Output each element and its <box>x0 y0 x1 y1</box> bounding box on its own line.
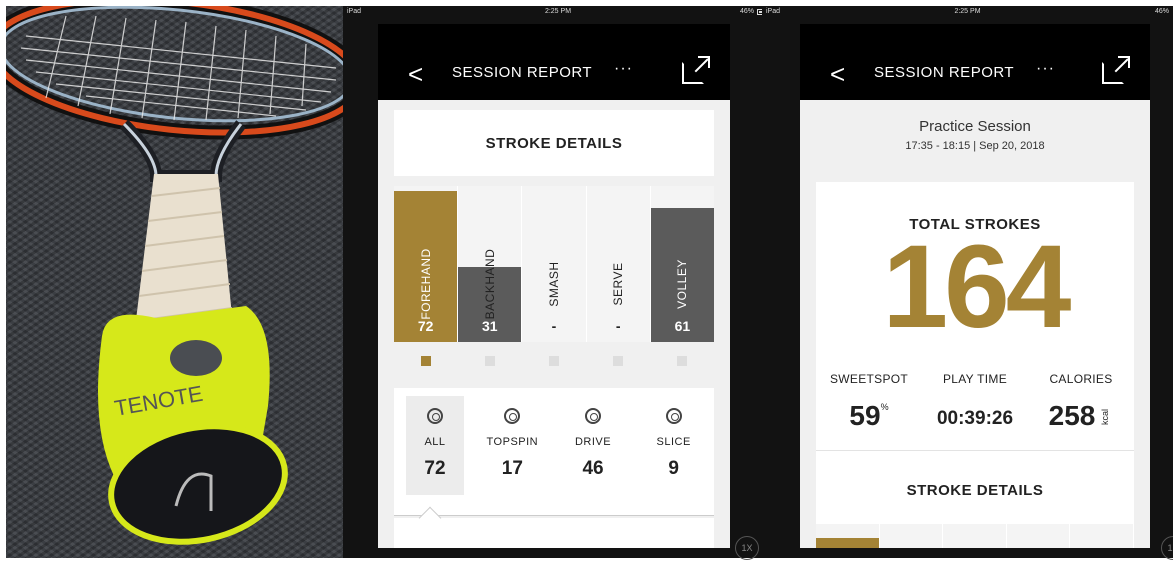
stroke-column-preview[interactable] <box>1007 524 1071 548</box>
stroke-label: SMASH <box>547 261 561 307</box>
spin-type-tabs: ALL 72 TOPSPIN 17 DRIVE 46 SLICE 9 <box>394 388 714 516</box>
nav-bar: < SESSION REPORT ··· <box>378 24 730 100</box>
back-button[interactable]: < <box>408 61 423 87</box>
metric-unit: % <box>880 402 889 412</box>
tab-drive[interactable]: DRIVE 46 <box>553 388 634 515</box>
more-button[interactable]: ··· <box>1036 60 1055 78</box>
stroke-value: 31 <box>482 318 498 334</box>
share-icon[interactable] <box>682 56 710 84</box>
stroke-label: VOLLEY <box>675 259 690 309</box>
divider <box>816 450 1134 451</box>
status-time: 2:25 PM <box>954 8 981 15</box>
battery-percent: 46% <box>1154 8 1169 15</box>
stroke-column-volley[interactable]: VOLLEY 61 <box>650 186 715 342</box>
metric-calories: CALORIES 258 kcal <box>1028 372 1134 432</box>
stroke-column-smash[interactable]: SMASH - <box>522 186 587 342</box>
total-strokes-value: 164 <box>882 221 1072 353</box>
tab-label: SLICE <box>656 436 691 448</box>
metric-value: 258 <box>1048 400 1096 431</box>
status-bar: iPad 2:25 PM 46% <box>343 6 773 20</box>
stroke-chart-preview <box>816 524 1134 548</box>
drive-icon <box>585 408 601 424</box>
share-icon[interactable] <box>1102 56 1130 84</box>
tab-value: 17 <box>501 458 523 479</box>
slice-icon <box>665 408 682 424</box>
status-time: 2:25 PM <box>544 8 572 15</box>
stroke-chart: FOREHAND 72 BACKHAND 31 SMASH - SERVE - … <box>394 186 715 342</box>
stroke-details-heading[interactable]: STROKE DETAILS <box>816 482 1134 499</box>
session-title: Practice Session <box>919 118 1031 135</box>
stroke-label: FOREHAND <box>418 248 433 320</box>
session-time: 17:35 - 18:15 | Sep 20, 2018 <box>905 140 1045 152</box>
tab-label: DRIVE <box>574 436 612 448</box>
battery-indicator: 46% <box>1155 8 1169 15</box>
tab-label: ALL <box>424 436 446 448</box>
stroke-column-preview[interactable] <box>943 524 1007 548</box>
ipad-screen-stroke-details: iPad 2:25 PM 46% < SESSION REPORT ··· ST… <box>343 6 773 560</box>
nav-bar: < SESSION REPORT ··· <box>800 24 1150 100</box>
stroke-column-serve[interactable]: SERVE - <box>587 186 651 342</box>
page-title: SESSION REPORT <box>452 64 593 81</box>
status-bar: iPad 2:25 PM 46% <box>762 6 1173 20</box>
app-screen: < SESSION REPORT ··· STROKE DETAILS FORE… <box>378 24 730 548</box>
stroke-details-heading: STROKE DETAILS <box>394 110 714 176</box>
tab-topspin[interactable]: TOPSPIN 17 <box>472 388 553 515</box>
stroke-label: SERVE <box>611 262 626 306</box>
metric-label: PLAY TIME <box>942 372 1008 386</box>
report-content: STROKE DETAILS FOREHAND 72 BACKHAND 31 S… <box>378 100 730 548</box>
metric-unit: kcal <box>1100 408 1111 426</box>
session-metrics: SWEETSPOT 59% PLAY TIME 00:39:26 CALORIE… <box>816 372 1134 432</box>
stroke-column-preview[interactable] <box>1070 524 1134 548</box>
topspin-icon <box>504 408 521 424</box>
stroke-selector-dots <box>394 356 714 366</box>
selector-dot-smash[interactable] <box>549 356 559 366</box>
selector-dot-serve[interactable] <box>613 356 623 366</box>
tab-label: TOPSPIN <box>486 436 539 448</box>
back-button[interactable]: < <box>830 61 845 87</box>
report-content: Practice Session 17:35 - 18:15 | Sep 20,… <box>800 100 1150 548</box>
racket-sensor-photo: TENOTE <box>6 6 343 558</box>
battery-percent: 46% <box>739 8 754 15</box>
ipad-screen-summary: iPad 2:25 PM 46% < SESSION REPORT ··· Pr… <box>762 6 1173 560</box>
total-strokes-card: TOTAL STROKES 164 SWEETSPOT 59% PLAY TIM… <box>816 182 1134 524</box>
stroke-column-forehand[interactable]: FOREHAND 72 <box>394 186 459 342</box>
composite-screenshot: TENOTE iPad 2:25 PM 46% < SESSION REPORT… <box>0 0 1173 564</box>
tab-slice[interactable]: SLICE 9 <box>633 388 714 515</box>
tab-value: 46 <box>582 458 604 479</box>
tab-value: 9 <box>668 458 679 479</box>
stroke-column-backhand[interactable]: BACKHAND 31 <box>458 186 523 342</box>
stroke-value: 61 <box>674 318 691 334</box>
stroke-label: BACKHAND <box>482 248 497 320</box>
zoom-button[interactable]: 1X <box>1161 536 1173 560</box>
metric-label: SWEETSPOT <box>829 372 909 386</box>
stroke-column-preview[interactable] <box>880 524 944 548</box>
metric-value: 59 <box>849 400 881 431</box>
metric-label: CALORIES <box>1049 372 1113 386</box>
metric-play-time: PLAY TIME 00:39:26 <box>922 372 1028 432</box>
ball-icon <box>427 408 443 424</box>
app-screen: < SESSION REPORT ··· Practice Session 17… <box>800 24 1150 548</box>
tab-value: 72 <box>424 458 446 479</box>
tab-all[interactable]: ALL 72 <box>406 396 464 495</box>
zoom-button[interactable]: 1X <box>735 536 759 560</box>
stroke-value: - <box>551 318 557 334</box>
page-title: SESSION REPORT <box>874 64 1015 81</box>
selector-dot-backhand[interactable] <box>485 356 495 366</box>
racket-illustration: TENOTE <box>6 6 343 545</box>
detail-card <box>394 518 714 548</box>
metric-value: 00:39:26 <box>936 408 1014 429</box>
stroke-column-preview[interactable] <box>816 524 880 548</box>
selector-dot-forehand[interactable] <box>421 356 431 366</box>
selector-dot-volley[interactable] <box>677 356 687 366</box>
stroke-value: - <box>615 318 621 334</box>
stroke-value: 72 <box>417 318 434 334</box>
more-button[interactable]: ··· <box>614 60 633 78</box>
metric-sweetspot: SWEETSPOT 59% <box>816 372 922 432</box>
